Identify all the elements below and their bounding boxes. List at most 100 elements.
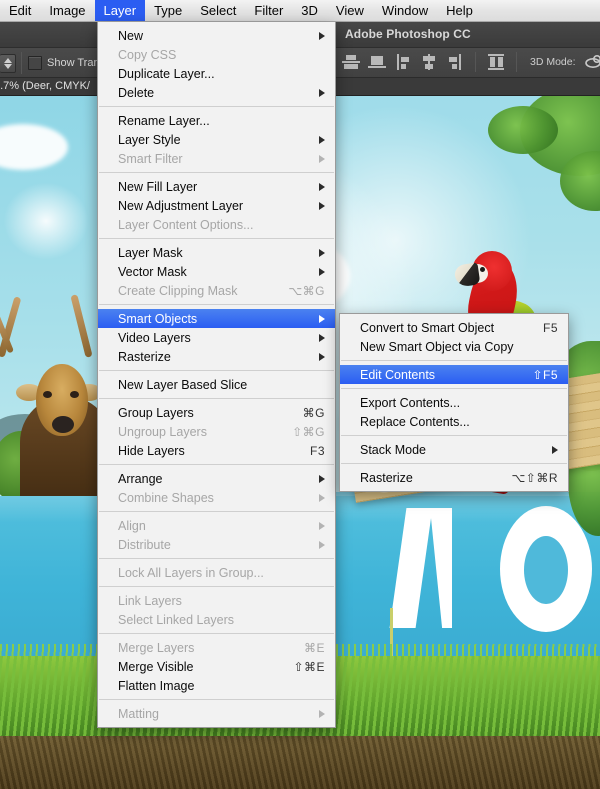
menubar-item-type[interactable]: Type — [145, 0, 191, 21]
layer-menu-item-rename-layer[interactable]: Rename Layer... — [98, 111, 335, 130]
align-horizontal-center-icon[interactable] — [420, 52, 438, 72]
layer-menu-item-merge-layers: Merge Layers ⌘E — [98, 638, 335, 657]
toolbar-divider — [475, 52, 476, 72]
menubar-item-layer[interactable]: Layer — [94, 0, 146, 21]
submenu-arrow-icon — [319, 474, 325, 483]
3d-mode-label: 3D Mode: — [530, 56, 576, 68]
menu-item-label: New Fill Layer — [118, 179, 198, 194]
3d-rotate-icon[interactable] — [584, 52, 600, 72]
smart-objects-item-replace-contents[interactable]: Replace Contents... — [340, 412, 568, 431]
menu-separator — [99, 699, 334, 700]
menu-item-label: New — [118, 28, 144, 43]
parrot-eye — [480, 267, 485, 272]
menu-separator — [341, 435, 567, 436]
submenu-arrow-icon — [319, 88, 325, 97]
layer-menu-item-arrange[interactable]: Arrange — [98, 469, 335, 488]
layer-menu-item-smart-filter: Smart Filter — [98, 149, 335, 168]
layer-menu-item-group-layers[interactable]: Group Layers ⌘G — [98, 403, 335, 422]
menu-item-label: New Layer Based Slice — [118, 377, 248, 392]
menu-item-label: Layer Style — [118, 132, 181, 147]
layer-menu-item-new-fill-layer[interactable]: New Fill Layer — [98, 177, 335, 196]
menu-bar[interactable]: Edit Image Layer Type Select Filter 3D V… — [0, 0, 600, 22]
menu-separator — [99, 172, 334, 173]
submenu-arrow-icon — [319, 333, 325, 342]
menubar-item-3d[interactable]: 3D — [292, 0, 327, 21]
menubar-item-view[interactable]: View — [327, 0, 373, 21]
menubar-item-window[interactable]: Window — [373, 0, 437, 21]
stepper-up-down-icon[interactable] — [0, 54, 16, 73]
menu-item-label: Ungroup Layers — [118, 424, 207, 439]
menu-item-label: Matting — [118, 706, 159, 721]
menu-item-label: Group Layers — [118, 405, 194, 420]
menu-separator — [99, 511, 334, 512]
submenu-arrow-icon — [319, 521, 325, 530]
smart-objects-item-convert-to-smart-object[interactable]: Convert to Smart Object F5 — [340, 318, 568, 337]
menu-item-shortcut: ⌥⇧⌘R — [511, 470, 558, 485]
layer-menu-item-delete[interactable]: Delete — [98, 83, 335, 102]
layer-menu-item-create-clipping-mask: Create Clipping Mask ⌥⌘G — [98, 281, 335, 300]
menubar-item-help[interactable]: Help — [437, 0, 482, 21]
layer-menu-item-new-layer-based-slice[interactable]: New Layer Based Slice — [98, 375, 335, 394]
layer-menu-item-vector-mask[interactable]: Vector Mask — [98, 262, 335, 281]
align-bottom-edges-icon[interactable] — [368, 52, 386, 72]
layer-menu-item-new[interactable]: New — [98, 26, 335, 45]
smart-objects-item-new-smart-object-via-copy[interactable]: New Smart Object via Copy — [340, 337, 568, 356]
menu-item-label: Create Clipping Mask — [118, 283, 238, 298]
show-transform-controls-checkbox[interactable] — [28, 56, 42, 70]
submenu-arrow-icon — [319, 135, 325, 144]
layer-menu-item-select-linked-layers: Select Linked Layers — [98, 610, 335, 629]
layer-menu-item-rasterize[interactable]: Rasterize — [98, 347, 335, 366]
submenu-arrow-icon — [319, 248, 325, 257]
menu-separator — [99, 633, 334, 634]
submenu-arrow-icon — [319, 352, 325, 361]
layer-menu-item-merge-visible[interactable]: Merge Visible ⇧⌘E — [98, 657, 335, 676]
layer-menu-item-combine-shapes: Combine Shapes — [98, 488, 335, 507]
layer-menu-item-flatten-image[interactable]: Flatten Image — [98, 676, 335, 695]
align-left-edges-icon[interactable] — [394, 52, 412, 72]
menubar-item-filter[interactable]: Filter — [245, 0, 292, 21]
tree-foliage — [488, 106, 558, 154]
menu-item-shortcut: ⇧⌘G — [292, 424, 325, 439]
menu-item-label: Smart Filter — [118, 151, 183, 166]
smart-objects-item-stack-mode[interactable]: Stack Mode — [340, 440, 568, 459]
menu-item-label: Delete — [118, 85, 155, 100]
layer-menu-item-layer-mask[interactable]: Layer Mask — [98, 243, 335, 262]
deer-artwork — [0, 96, 100, 496]
menu-separator — [99, 304, 334, 305]
menu-item-label: Lock All Layers in Group... — [118, 565, 264, 580]
layer-menu-dropdown[interactable]: New Copy CSS Duplicate Layer... Delete Renam… — [97, 22, 336, 728]
menu-separator — [99, 370, 334, 371]
menu-separator — [99, 398, 334, 399]
layer-menu-item-smart-objects[interactable]: Smart Objects — [98, 309, 335, 328]
menubar-item-image[interactable]: Image — [40, 0, 94, 21]
layer-menu-item-new-adjustment-layer[interactable]: New Adjustment Layer — [98, 196, 335, 215]
layer-menu-item-video-layers[interactable]: Video Layers — [98, 328, 335, 347]
submenu-arrow-icon — [319, 314, 325, 323]
submenu-arrow-icon — [319, 31, 325, 40]
zoom-and-document-info: 6.7% (Deer, CMYK/ — [0, 80, 90, 92]
menu-item-label: Duplicate Layer... — [118, 66, 215, 81]
layer-menu-item-layer-style[interactable]: Layer Style — [98, 130, 335, 149]
smart-objects-item-rasterize[interactable]: Rasterize ⌥⇧⌘R — [340, 468, 568, 487]
align-right-edges-icon[interactable] — [446, 52, 464, 72]
layer-menu-item-hide-layers[interactable]: Hide Layers F3 — [98, 441, 335, 460]
menu-separator — [99, 106, 334, 107]
submenu-arrow-icon — [319, 154, 325, 163]
menu-item-label: Hide Layers — [118, 443, 185, 458]
menu-item-label: Video Layers — [118, 330, 191, 345]
layer-menu-item-duplicate-layer[interactable]: Duplicate Layer... — [98, 64, 335, 83]
smart-objects-item-export-contents[interactable]: Export Contents... — [340, 393, 568, 412]
menu-item-label: Convert to Smart Object — [360, 320, 495, 335]
menubar-item-select[interactable]: Select — [191, 0, 245, 21]
deer-nose — [52, 416, 74, 433]
menu-item-label: Combine Shapes — [118, 490, 214, 505]
align-vertical-center-icon[interactable] — [342, 52, 360, 72]
layer-menu-item-align: Align — [98, 516, 335, 535]
layer-menu-item-link-layers: Link Layers — [98, 591, 335, 610]
distribute-icon[interactable] — [487, 52, 505, 72]
submenu-arrow-icon — [319, 182, 325, 191]
smart-objects-submenu[interactable]: Convert to Smart Object F5 New Smart Objec… — [339, 313, 569, 492]
align-toolbar: 3D Mode: — [342, 52, 600, 72]
smart-objects-item-edit-contents[interactable]: Edit Contents ⇧F5 — [340, 365, 568, 384]
menubar-item-edit[interactable]: Edit — [0, 0, 40, 21]
